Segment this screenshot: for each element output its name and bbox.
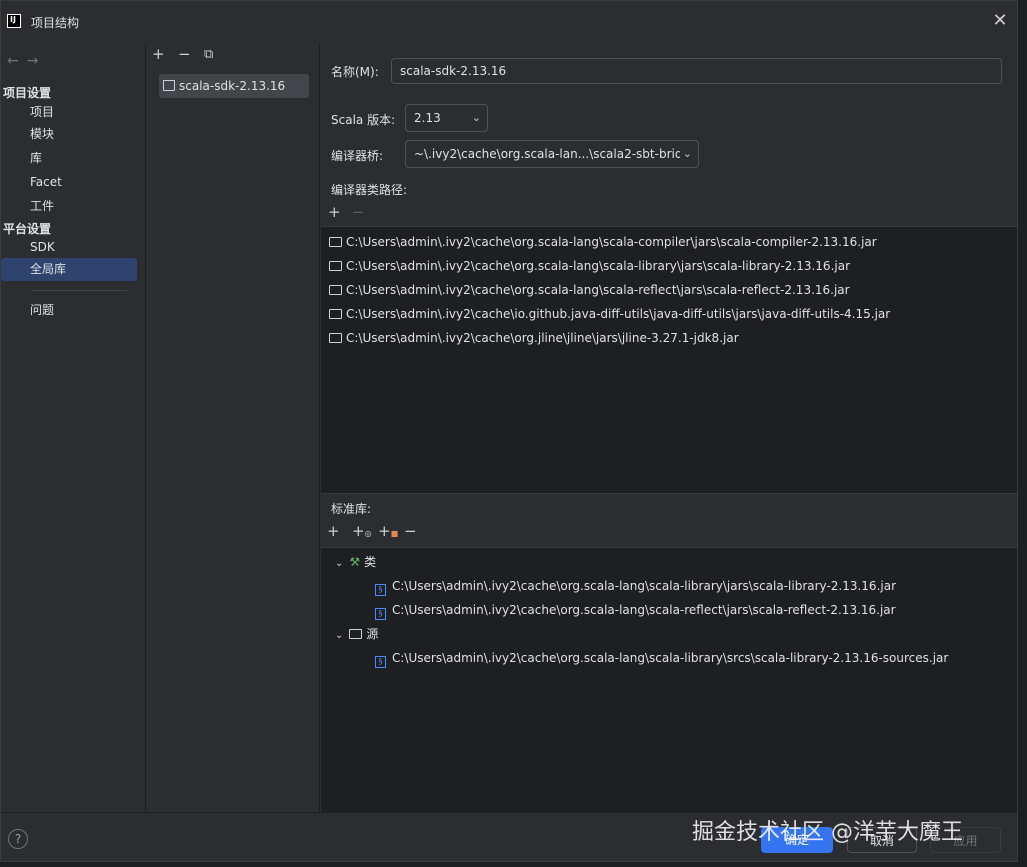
scala-version-value: 2.13 (414, 111, 441, 125)
standard-library-toolbar: + +◎ +■ − (321, 522, 1017, 546)
name-label: 名称(M): (331, 65, 379, 79)
tree-leaf[interactable]: § C:\Users\admin\.ivy2\cache\org.scala-la… (375, 646, 948, 670)
list-item[interactable]: C:\Users\admin\.ivy2\cache\org.scala-lan… (329, 254, 850, 278)
chevron-down-icon: ⌄ (335, 558, 344, 569)
nav-item-global-libraries[interactable]: 全局库 (1, 258, 137, 281)
library-list-panel: + − ⧉ scala-sdk-2.13.16 (145, 43, 320, 812)
nav-item-problems[interactable]: 问题 (1, 299, 137, 322)
classpath-toolbar: + − (321, 201, 1017, 227)
intellij-logo-icon: IJ (7, 14, 21, 28)
list-item[interactable]: C:\Users\admin\.ivy2\cache\org.jline\jli… (329, 326, 739, 350)
library-icon (163, 80, 175, 91)
tree-leaf[interactable]: § C:\Users\admin\.ivy2\cache\org.scala-la… (375, 574, 896, 598)
help-icon[interactable]: ? (8, 829, 28, 849)
tree-node-classes[interactable]: ⌄ ⚒ 类 (335, 550, 376, 574)
name-field[interactable]: scala-sdk-2.13.16 (391, 58, 1002, 84)
compiler-bridge-label: 编译器桥: (331, 149, 384, 163)
folder-icon (329, 261, 342, 271)
close-icon[interactable]: ✕ (991, 12, 1009, 30)
title-bar: IJ 项目结构 ✕ (1, 1, 1017, 43)
project-structure-dialog: IJ 项目结构 ✕ ←→ 项目设置 项目 模块 库 Facet 工件 平台设置 … (0, 0, 1018, 862)
standard-library-label: 标准库: (331, 502, 372, 516)
nav-item-sdk[interactable]: SDK (1, 236, 137, 259)
forward-arrow-icon[interactable]: → (27, 53, 47, 69)
background-editor-edge (1018, 0, 1027, 867)
chevron-down-icon: ⌄ (335, 630, 344, 641)
nav-item-artifacts[interactable]: 工件 (1, 195, 137, 218)
compiler-bridge-value: ~\.ivy2\cache\org.scala-lan...\scala2-sb… (414, 147, 683, 161)
watermark: 掘金技术社区 @洋芋大魔王 (692, 820, 963, 845)
project-settings-heading: 项目设置 (3, 86, 52, 100)
standard-library-section: 标准库: + +◎ +■ − ⌄ ⚒ 类 § C:\Users\admin\.ivy2… (321, 493, 1017, 812)
jar-icon: § (375, 656, 386, 668)
compiler-bridge-dropdown[interactable]: ~\.ivy2\cache\org.scala-lan...\scala2-sb… (405, 140, 699, 168)
source-folder-icon (349, 629, 363, 639)
remove-classpath-icon[interactable]: − (352, 205, 365, 220)
library-item-scala-sdk[interactable]: scala-sdk-2.13.16 (159, 74, 309, 98)
add-library-icon[interactable]: + (152, 47, 165, 62)
scala-version-dropdown[interactable]: 2.13 ⌄ (405, 104, 488, 132)
remove-library-icon[interactable]: − (178, 47, 191, 62)
hammer-icon: ⚒ (349, 555, 361, 569)
add-external-root-icon[interactable]: +◎ (352, 524, 372, 541)
tree-node-sources[interactable]: ⌄ 源 (335, 622, 378, 646)
remove-root-icon[interactable]: − (404, 524, 417, 539)
add-jar-icon[interactable]: +■ (378, 524, 398, 541)
add-root-icon[interactable]: + (327, 524, 340, 539)
nav-item-facet[interactable]: Facet (1, 171, 137, 194)
nav-item-project[interactable]: 项目 (1, 101, 137, 124)
tree-leaf[interactable]: § C:\Users\admin\.ivy2\cache\org.scala-la… (375, 598, 896, 622)
jar-icon: § (375, 584, 386, 596)
folder-icon (329, 285, 342, 295)
list-item[interactable]: C:\Users\admin\.ivy2\cache\org.scala-lan… (329, 230, 877, 254)
platform-settings-heading: 平台设置 (3, 222, 52, 236)
library-item-label: scala-sdk-2.13.16 (179, 79, 286, 93)
add-classpath-icon[interactable]: + (328, 205, 341, 220)
nav-item-modules[interactable]: 模块 (1, 123, 137, 146)
standard-library-tree: ⌄ ⚒ 类 § C:\Users\admin\.ivy2\cache\org.scal… (321, 547, 1017, 812)
chevron-down-icon: ⌄ (679, 141, 692, 167)
folder-icon (329, 309, 342, 319)
chevron-down-icon: ⌄ (471, 111, 481, 124)
back-arrow-icon[interactable]: ← (7, 53, 27, 69)
classpath-label: 编译器类路径: (331, 183, 408, 197)
nav-arrows: ←→ (7, 53, 46, 69)
folder-icon (329, 237, 342, 247)
nav-divider (31, 290, 127, 291)
jar-icon: § (375, 608, 386, 620)
list-item[interactable]: C:\Users\admin\.ivy2\cache\io.github.jav… (329, 302, 890, 326)
nav-item-libraries[interactable]: 库 (1, 147, 137, 170)
folder-icon (329, 333, 342, 343)
list-item[interactable]: C:\Users\admin\.ivy2\cache\org.scala-lan… (329, 278, 850, 302)
dialog-title: 项目结构 (31, 16, 80, 30)
classpath-list: C:\Users\admin\.ivy2\cache\org.scala-lan… (321, 227, 1017, 493)
copy-library-icon[interactable]: ⧉ (204, 47, 213, 62)
scala-version-label: Scala 版本: (331, 113, 396, 127)
library-details: 名称(M): scala-sdk-2.13.16 Scala 版本: 2.13 … (321, 43, 1017, 812)
